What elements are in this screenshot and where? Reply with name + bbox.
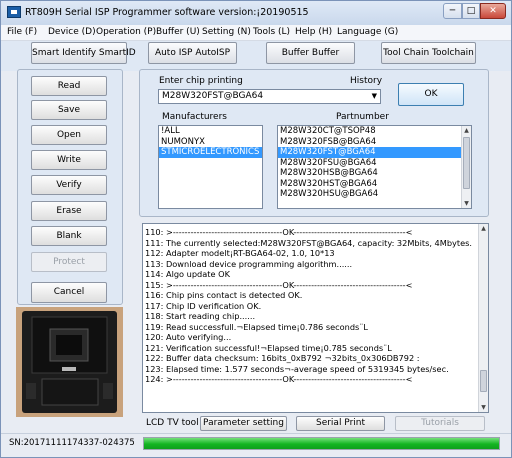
- partnumber-item[interactable]: M28W320HSB@BGA64: [278, 168, 471, 179]
- log-line: 122: Buffer data checksum: 16bits_0xB792…: [145, 353, 420, 363]
- log-line: 117: Chip ID verification OK.: [145, 300, 262, 311]
- menu-buffer[interactable]: Buffer (U): [156, 27, 200, 37]
- log-line: 120: Auto verifying...: [145, 332, 232, 342]
- scroll-thumb[interactable]: [480, 370, 487, 392]
- programmer-device-image: [16, 307, 123, 417]
- scroll-thumb[interactable]: [463, 137, 470, 189]
- manufacturer-item[interactable]: !ALL: [159, 126, 262, 137]
- menu-setting[interactable]: Setting (N): [202, 27, 251, 37]
- log-line: 116: Chip pins contact is detected OK.: [145, 290, 303, 300]
- partnumber-item[interactable]: M28W320CT@TSOP48: [278, 126, 471, 137]
- protect-button[interactable]: Protect: [31, 252, 107, 272]
- log-line: 112: Adapter modelt¡RT-BGA64-02, 1.0, 10…: [145, 248, 335, 258]
- app-icon: [7, 6, 21, 18]
- read-button[interactable]: Read: [31, 76, 107, 96]
- partnumber-item[interactable]: M28W320HST@BGA64: [278, 179, 471, 190]
- enter-chip-label: Enter chip printing: [159, 76, 243, 86]
- log-line: 114: Algo update OK: [145, 269, 230, 279]
- partnumber-item[interactable]: M28W320HSU@BGA64: [278, 189, 471, 200]
- minimize-button[interactable]: ─: [443, 3, 462, 19]
- chip-input[interactable]: M28W320FST@BGA64 ▼: [158, 89, 381, 104]
- log-line: 115: >----------------------------------…: [145, 279, 413, 290]
- lcd-tv-tool-label: LCD TV tool: [146, 418, 199, 428]
- serial-print-button[interactable]: Serial Print: [296, 416, 385, 431]
- partnumber-item[interactable]: M28W320FSB@BGA64: [278, 137, 471, 148]
- menu-operation[interactable]: Operation (P): [96, 27, 156, 37]
- log-line: 113: Download device programming algorit…: [145, 258, 353, 269]
- main-window: RT809H Serial ISP Programmer software ve…: [0, 0, 512, 458]
- chevron-down-icon[interactable]: ▼: [372, 90, 377, 103]
- open-button[interactable]: Open: [31, 125, 107, 145]
- log-line: 110: >----------------------------------…: [145, 227, 413, 237]
- window-title: RT809H Serial ISP Programmer software ve…: [25, 7, 309, 18]
- maximize-button[interactable]: □: [462, 3, 480, 19]
- log-line: 123: Elapsed time: 1.577 seconds¬-averag…: [145, 363, 449, 374]
- log-line: 121: Verification successful!¬Elapsed ti…: [145, 342, 392, 353]
- cancel-button[interactable]: Cancel: [31, 282, 107, 303]
- scroll-down-icon[interactable]: ▼: [479, 404, 488, 411]
- manufacturer-item[interactable]: NUMONYX: [159, 137, 262, 148]
- log-line: 124: >----------------------------------…: [145, 374, 413, 384]
- ok-button[interactable]: OK: [398, 83, 464, 106]
- history-label: History: [350, 76, 383, 86]
- close-button[interactable]: ✕: [480, 3, 506, 19]
- partnumber-list[interactable]: M28W320CT@TSOP48 M28W320FSB@BGA64 M28W32…: [277, 125, 472, 209]
- write-button[interactable]: Write: [31, 150, 107, 170]
- status-bar: SN:20171111174337-024375: [1, 433, 511, 457]
- chip-input-value: M28W320FST@BGA64: [162, 91, 264, 101]
- serial-number: SN:20171111174337-024375: [9, 438, 135, 448]
- manufacturers-list[interactable]: !ALL NUMONYX STMICROELECTRONICS: [158, 125, 263, 209]
- buffer-button[interactable]: Buffer Buffer: [266, 42, 355, 64]
- erase-button[interactable]: Erase: [31, 201, 107, 221]
- partnumber-scrollbar[interactable]: ▲ ▼: [461, 126, 471, 208]
- title-bar[interactable]: RT809H Serial ISP Programmer software ve…: [1, 1, 511, 25]
- save-button[interactable]: Save: [31, 100, 107, 120]
- menu-help[interactable]: Help (H): [295, 27, 332, 37]
- scroll-up-icon[interactable]: ▲: [462, 127, 471, 134]
- menu-device[interactable]: Device (D): [48, 27, 96, 37]
- device-photo-drawing: [16, 307, 123, 417]
- log-line: 111: The currently selected:M28W320FST@B…: [145, 237, 472, 248]
- menu-file[interactable]: File (F): [7, 27, 37, 37]
- menu-tools[interactable]: Tools (L): [253, 27, 290, 37]
- auto-isp-button[interactable]: Auto ISP AutoISP: [148, 42, 237, 64]
- verify-button[interactable]: Verify: [31, 175, 107, 195]
- progress-fill: [144, 438, 499, 449]
- progress-bar: [143, 437, 500, 450]
- log-scrollbar[interactable]: ▲ ▼: [478, 224, 488, 412]
- manufacturer-item-selected[interactable]: STMICROELECTRONICS: [159, 147, 262, 158]
- log-line: 118: Start reading chip......: [145, 311, 256, 321]
- menu-bar: File (F) Device (D) Operation (P) Buffer…: [1, 25, 511, 41]
- menu-language[interactable]: Language (G): [337, 27, 398, 37]
- partnumber-item[interactable]: M28W320FSU@BGA64: [278, 158, 471, 169]
- blank-button[interactable]: Blank: [31, 226, 107, 246]
- parameter-setting-button[interactable]: Parameter setting: [200, 416, 287, 431]
- log-panel[interactable]: 110: >----------------------------------…: [142, 223, 489, 413]
- partnumber-label: Partnumber: [336, 112, 389, 122]
- scroll-up-icon[interactable]: ▲: [479, 225, 488, 232]
- partnumber-item-selected[interactable]: M28W320FST@BGA64: [278, 147, 461, 158]
- manufacturers-label: Manufacturers: [162, 112, 227, 122]
- scroll-down-icon[interactable]: ▼: [462, 200, 471, 207]
- smart-identify-button[interactable]: Smart Identify SmartID: [31, 42, 136, 64]
- log-line: 119: Read successfull.¬Elapsed time¡0.78…: [145, 321, 368, 332]
- tutorials-button[interactable]: Tutorials: [395, 416, 485, 431]
- tool-chain-button[interactable]: Tool Chain Toolchain: [381, 42, 476, 64]
